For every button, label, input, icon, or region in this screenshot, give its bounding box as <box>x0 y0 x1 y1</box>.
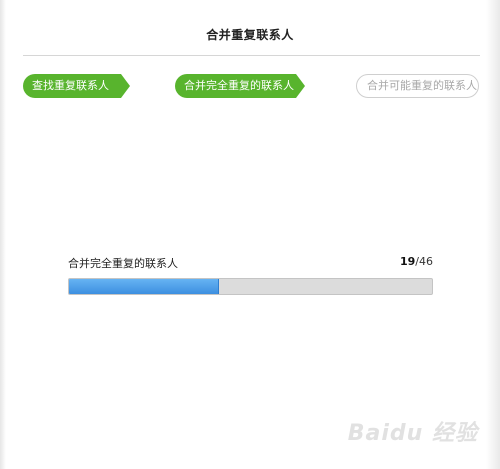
progress-label: 合并完全重复的联系人 <box>68 257 178 270</box>
progress-bar-fill <box>69 279 219 294</box>
progress-current: 19 <box>399 255 416 268</box>
merge-duplicates-dialog: 合并重复联系人 查找重复联系人 合并完全重复的联系人 合并可能重复的联系人 合并… <box>0 0 500 469</box>
watermark-logo: Baidu 经验 <box>347 421 478 446</box>
left-edge-shadow <box>0 0 6 469</box>
step-find-duplicates: 查找重复联系人 <box>23 74 130 98</box>
progress-total: /46 <box>415 255 433 268</box>
right-edge-shadow <box>486 0 500 469</box>
title-divider <box>23 55 480 56</box>
dialog-title: 合并重复联系人 <box>206 28 294 42</box>
step-merge-exact-duplicates: 合并完全重复的联系人 <box>175 74 305 98</box>
progress-count: 19/46 <box>400 255 433 268</box>
progress-bar <box>68 278 433 295</box>
step-merge-possible-duplicates: 合并可能重复的联系人 <box>356 74 479 98</box>
